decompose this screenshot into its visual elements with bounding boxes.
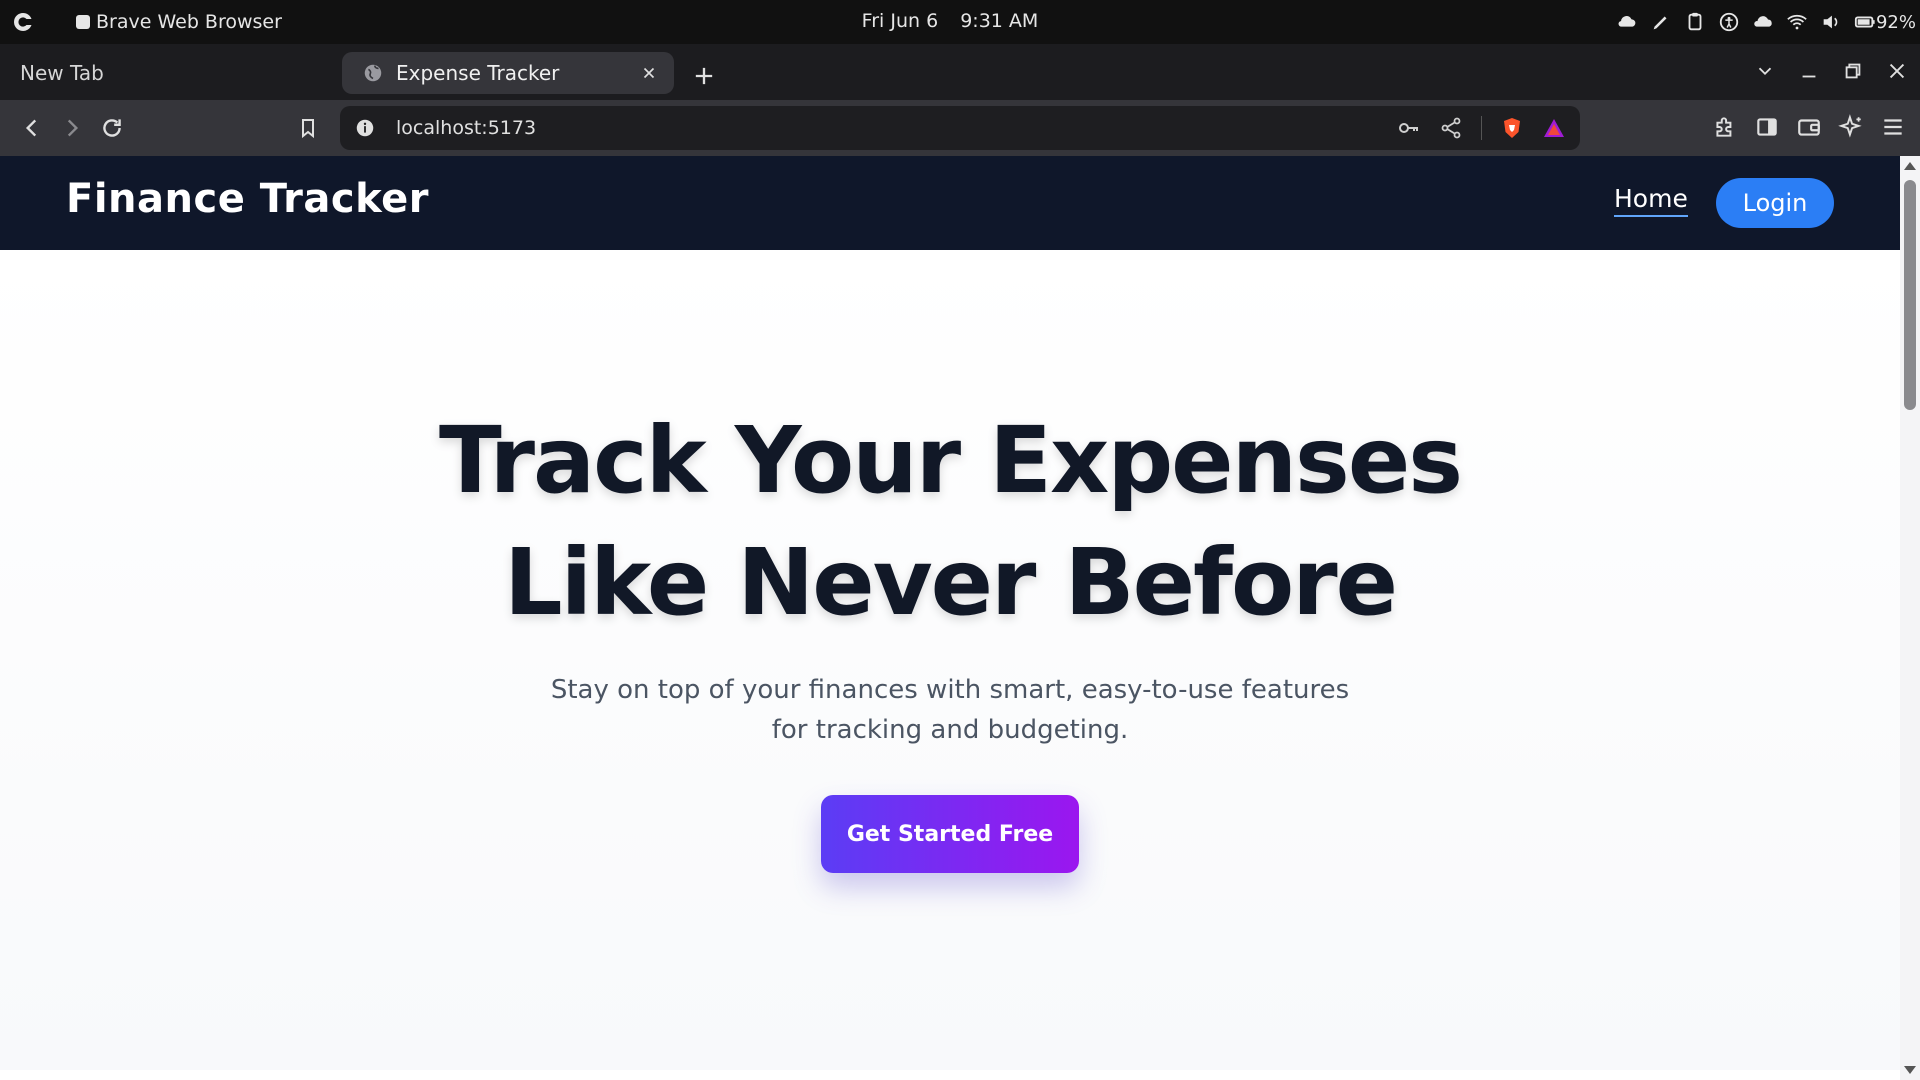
wifi-icon[interactable] — [1786, 11, 1808, 33]
toolbar-extensions — [1712, 114, 1906, 140]
site-header: Finance Tracker Home Login — [0, 156, 1900, 250]
hero-section: Track Your Expenses Like Never Before St… — [0, 250, 1900, 1070]
url-text[interactable]: localhost:5173 — [396, 117, 536, 139]
hero-subtitle: Stay on top of your finances with smart,… — [550, 675, 1350, 745]
key-icon[interactable] — [1397, 116, 1421, 140]
scrollbar-thumb[interactable] — [1904, 180, 1916, 410]
tab-new-tab[interactable]: New Tab — [0, 52, 340, 94]
tab-title: New Tab — [20, 61, 104, 85]
hero-title-line-2: Like Never Before — [504, 529, 1398, 636]
address-bar-divider — [1481, 116, 1482, 140]
back-button[interactable] — [18, 114, 46, 142]
reload-button[interactable] — [98, 114, 126, 142]
leo-ai-sparkle-icon[interactable] — [1838, 114, 1864, 140]
browser-tab-strip: New Tab Expense Tracker — [0, 44, 1920, 100]
address-bar[interactable]: localhost:5173 — [340, 106, 1580, 150]
restore-icon[interactable] — [1842, 60, 1864, 82]
battery-indicator[interactable]: 92% — [1854, 11, 1916, 33]
os-time: 9:31 AM — [960, 10, 1039, 32]
login-button[interactable]: Login — [1716, 178, 1834, 228]
extensions-puzzle-icon[interactable] — [1712, 114, 1738, 140]
close-tab-icon[interactable] — [638, 62, 660, 84]
cloud-icon[interactable] — [1616, 11, 1638, 33]
get-started-button[interactable]: Get Started Free — [821, 795, 1079, 873]
minimize-icon[interactable] — [1798, 60, 1820, 82]
main-menu-hamburger-icon[interactable] — [1880, 114, 1906, 140]
forward-arrow-icon — [67, 119, 79, 137]
os-date: Fri Jun 6 — [861, 10, 939, 32]
tab-title: Expense Tracker — [396, 61, 560, 85]
site-info-icon[interactable] — [354, 117, 376, 139]
new-tab-plus-icon[interactable] — [690, 62, 718, 90]
bookmark-button[interactable] — [294, 114, 322, 142]
address-bar-actions — [1397, 106, 1566, 150]
screen: Brave Web Browser Fri Jun 6 9:31 AM 92% … — [0, 0, 1920, 1080]
globe-icon — [364, 64, 382, 82]
share-icon[interactable] — [1439, 116, 1463, 140]
page-scrollbar[interactable] — [1900, 156, 1920, 1080]
page-viewport: Finance Tracker Home Login Track Your Ex… — [0, 156, 1900, 1080]
sidebar-toggle-icon[interactable] — [1754, 114, 1780, 140]
volume-icon[interactable] — [1820, 11, 1842, 33]
pen-icon[interactable] — [1650, 11, 1672, 33]
cloud-sync-icon[interactable] — [1752, 11, 1774, 33]
back-arrow-icon — [25, 119, 37, 137]
nav-home-link[interactable]: Home — [1614, 184, 1688, 217]
tab-search-chevron-icon[interactable] — [1754, 60, 1776, 82]
browser-toolbar: localhost:5173 — [0, 100, 1920, 156]
os-status-tray: 92% — [1616, 0, 1916, 44]
brave-rewards-icon[interactable] — [1542, 116, 1566, 140]
scroll-up-arrow-icon[interactable] — [1904, 162, 1916, 170]
battery-percent: 92% — [1875, 11, 1916, 33]
window-controls — [1754, 60, 1908, 82]
battery-icon — [1854, 16, 1875, 28]
reload-icon — [103, 119, 121, 137]
tab-expense-tracker[interactable]: Expense Tracker — [342, 52, 674, 94]
close-window-icon[interactable] — [1886, 60, 1908, 82]
clipboard-icon[interactable] — [1684, 11, 1706, 33]
site-brand-logo[interactable]: Finance Tracker — [66, 176, 429, 222]
brave-shields-icon[interactable] — [1500, 116, 1524, 140]
scroll-down-arrow-icon[interactable] — [1904, 1066, 1916, 1074]
os-top-bar: Brave Web Browser Fri Jun 6 9:31 AM 92% — [0, 0, 1920, 44]
hero-title-line-1: Track Your Expenses — [439, 407, 1463, 514]
forward-button[interactable] — [58, 114, 86, 142]
bookmark-icon — [302, 119, 314, 139]
wallet-icon[interactable] — [1796, 114, 1822, 140]
accessibility-icon[interactable] — [1718, 11, 1740, 33]
hero-title: Track Your Expenses Like Never Before — [0, 400, 1900, 644]
